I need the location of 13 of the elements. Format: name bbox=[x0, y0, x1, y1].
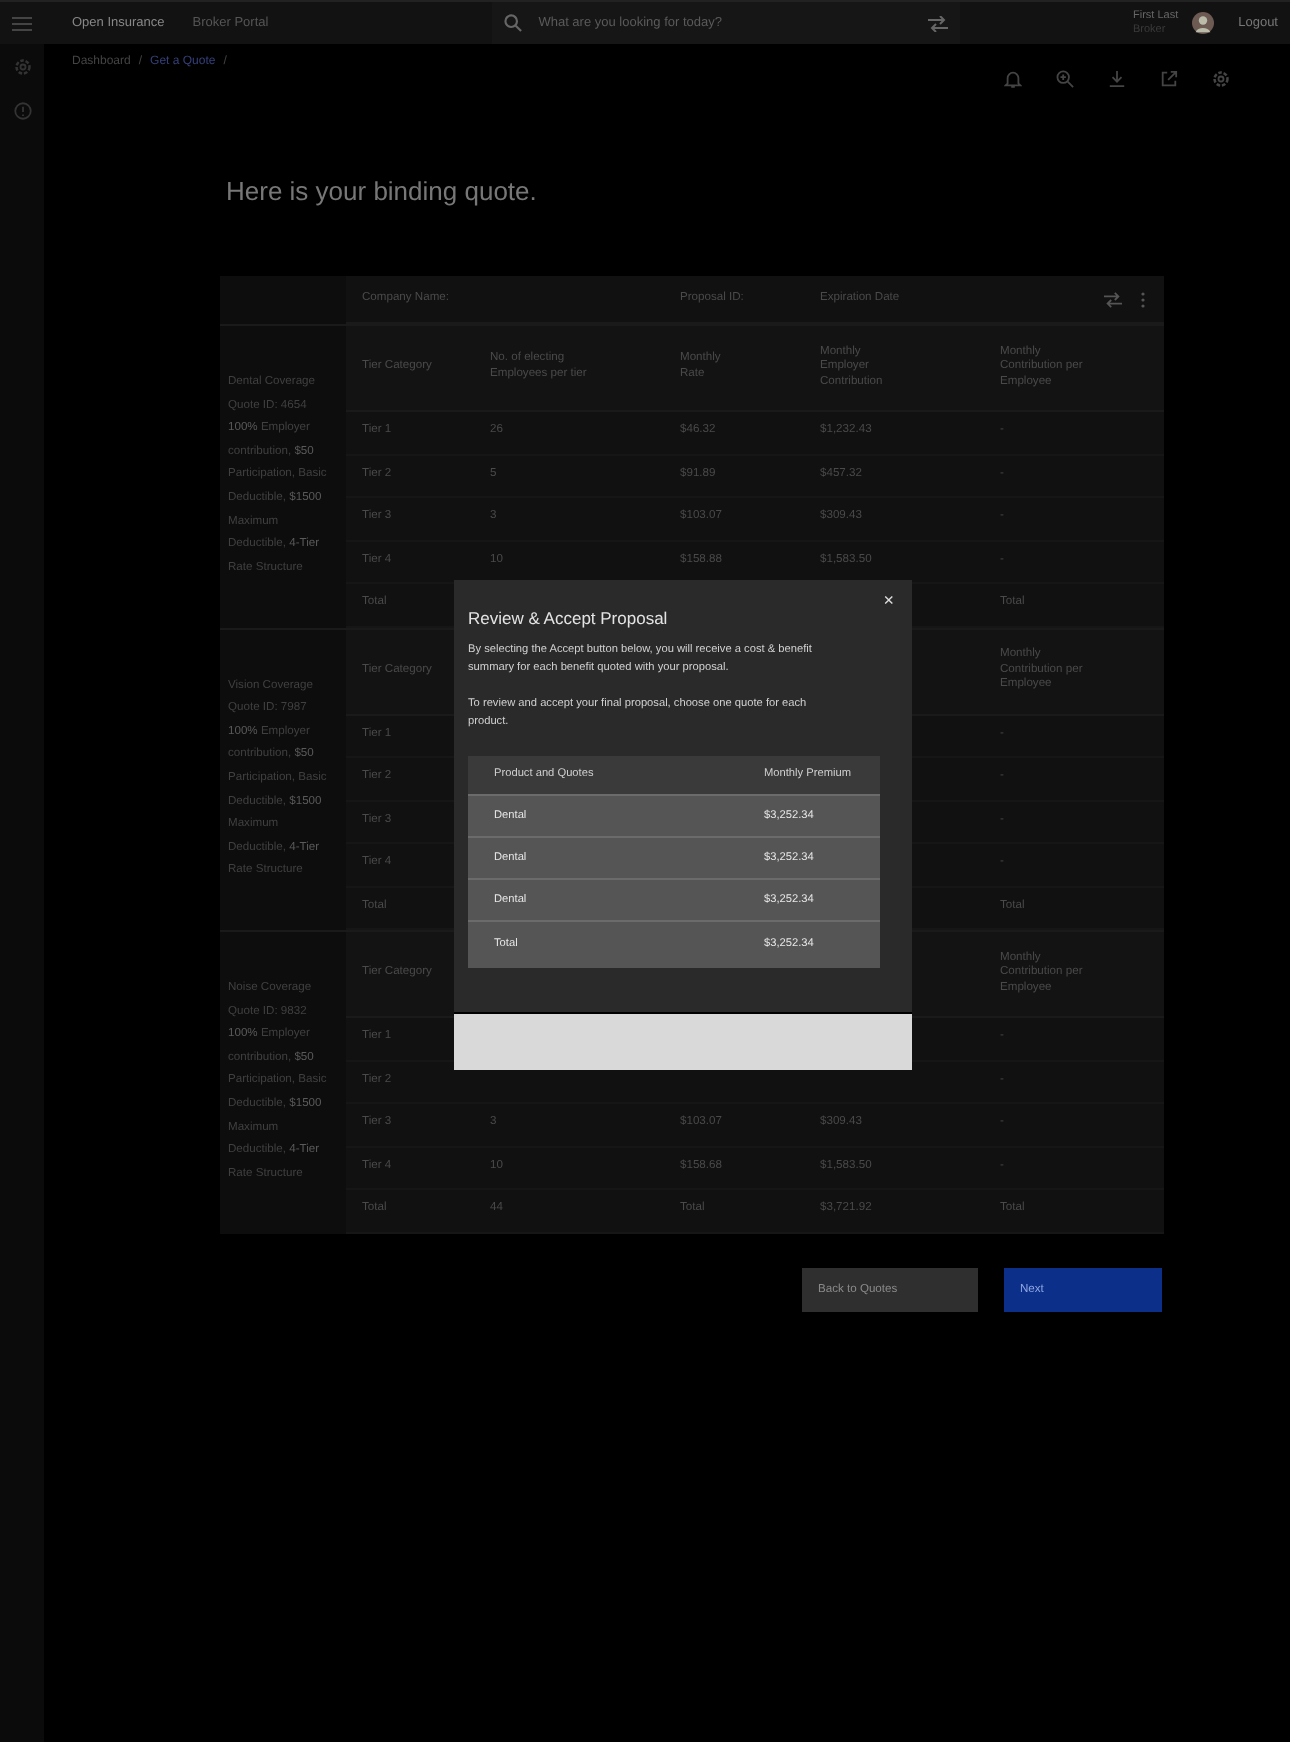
bell-icon[interactable] bbox=[1004, 70, 1022, 88]
modal-title: Review & Accept Proposal bbox=[468, 608, 670, 628]
download-icon[interactable] bbox=[1108, 70, 1126, 88]
avatar-icon[interactable] bbox=[1192, 12, 1215, 34]
overflow-menu-icon[interactable] bbox=[1140, 291, 1146, 307]
page-title: Here is your binding quote. bbox=[226, 176, 539, 206]
settings-icon[interactable] bbox=[1212, 70, 1230, 88]
close-button[interactable]: × bbox=[883, 592, 894, 610]
menu-icon[interactable] bbox=[12, 15, 32, 31]
settings-icon[interactable] bbox=[13, 58, 31, 76]
search-icon bbox=[504, 14, 523, 32]
launch-icon[interactable] bbox=[1160, 70, 1178, 88]
zoom-in-icon[interactable] bbox=[1056, 70, 1074, 88]
